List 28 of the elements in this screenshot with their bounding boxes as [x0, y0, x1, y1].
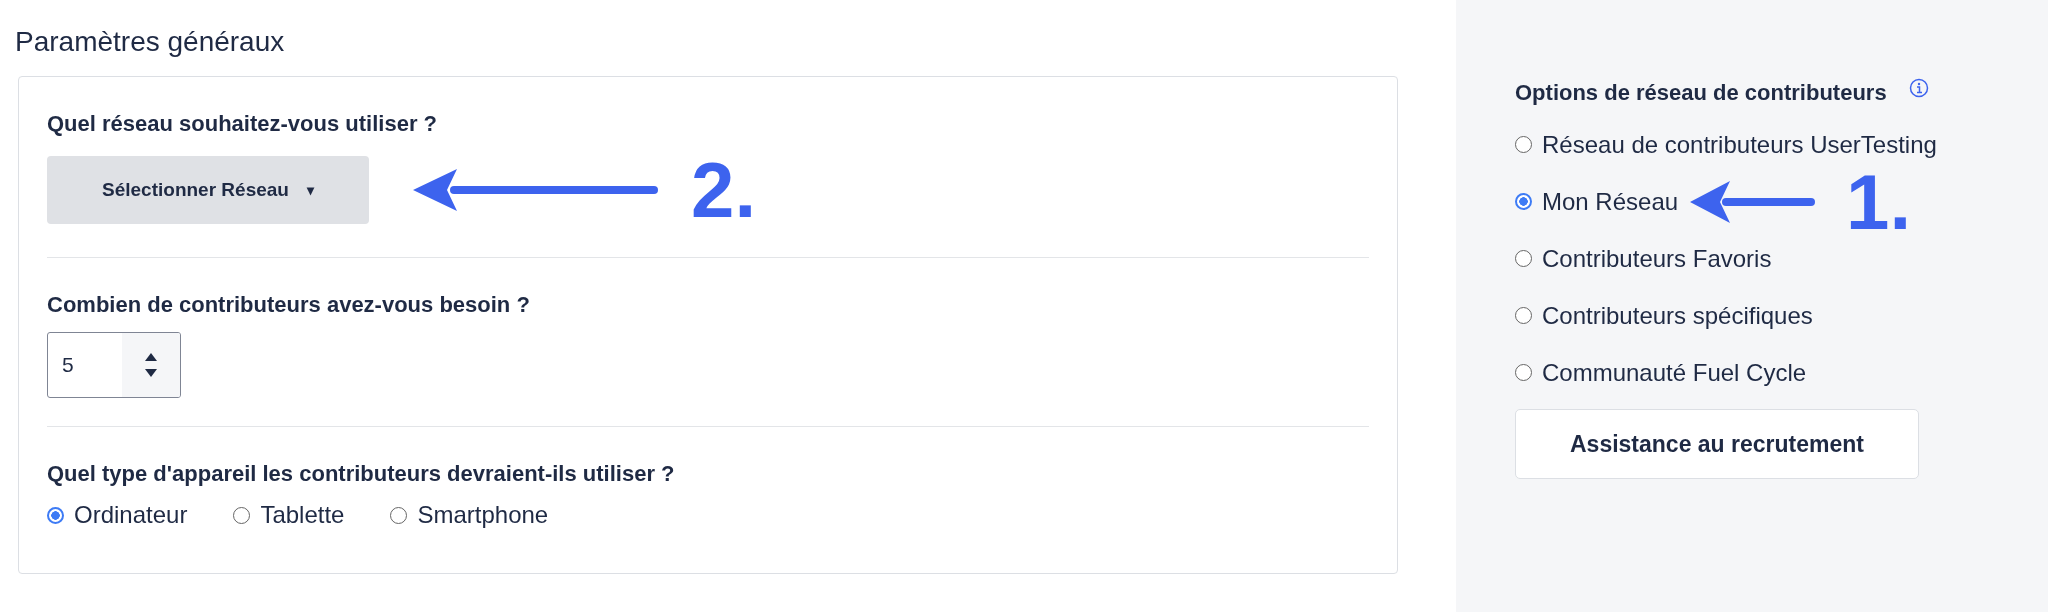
annotation-number: 2.: [691, 151, 757, 229]
page-title: Paramètres généraux: [15, 26, 286, 58]
radio-option[interactable]: Ordinateur: [47, 501, 188, 529]
radio-button[interactable]: [233, 506, 251, 524]
sidebar-heading: Options de réseau de contributeurs: [1515, 80, 1887, 106]
radio-button[interactable]: [390, 506, 408, 524]
recruitment-button[interactable]: Assistance au recrutement: [1515, 409, 1919, 479]
radio-button[interactable]: [1515, 307, 1532, 324]
radio-button[interactable]: [1515, 364, 1532, 381]
radio-option[interactable]: Contributeurs spécifiques: [1515, 301, 1813, 330]
radio-option[interactable]: Contributeurs Favoris: [1515, 244, 1772, 273]
radio-button[interactable]: [1515, 250, 1532, 267]
question-label: Quel type d'appareil les contributeurs devraient-ils utiliser ?: [47, 461, 676, 487]
annotation-number: 1.: [1846, 162, 1912, 241]
radio-option[interactable]: Tablette: [233, 501, 345, 529]
info-icon[interactable]: [1908, 78, 1929, 98]
question-label: Combien de contributeurs avez-vous besoin ?: [47, 292, 531, 318]
question-label: Quel réseau souhaitez-vous utiliser ?: [47, 111, 438, 137]
radio-button[interactable]: [1515, 136, 1532, 153]
radio-option[interactable]: Réseau de contributeurs UserTesting: [1515, 130, 1937, 159]
number-input[interactable]: 5: [47, 332, 181, 398]
radio-option[interactable]: Mon Réseau: [1515, 187, 1679, 216]
radio-option[interactable]: Smartphone: [390, 501, 549, 529]
radio-option[interactable]: Communauté Fuel Cycle: [1515, 358, 1807, 387]
radio-button[interactable]: [47, 506, 64, 524]
network-dropdown[interactable]: Sélectionner Réseau ▾: [47, 156, 369, 224]
radio-button[interactable]: [1515, 193, 1532, 210]
spinner-icon[interactable]: [122, 333, 180, 397]
